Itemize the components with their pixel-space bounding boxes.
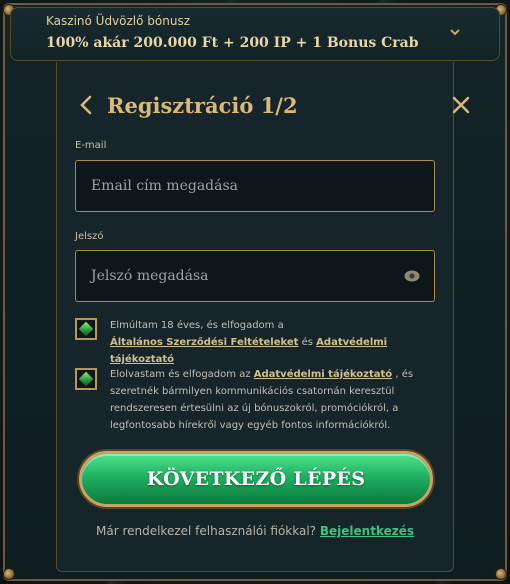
bonus-banner[interactable]: Kaszinó Üdvözlő bónusz 100% akár 200.000… [10, 7, 500, 61]
password-field[interactable]: Jelszó megadása [75, 250, 435, 302]
marketing-checkbox[interactable] [75, 368, 97, 390]
login-link[interactable]: Bejelentkezés [320, 524, 414, 538]
marketing-consent-text: Elolvastam és elfogadom az Adatvédelmi t… [110, 366, 430, 434]
email-placeholder: Email cím megadása [91, 178, 238, 194]
checkmark-gem-icon [78, 371, 94, 387]
email-label: E-mail [75, 140, 107, 151]
next-step-label: KÖVETKEZŐ LÉPÉS [146, 468, 366, 490]
terms-consent-text: Elmúltam 18 éves, és elfogadom a Általán… [110, 317, 430, 368]
email-field[interactable]: Email cím megadása [75, 160, 435, 212]
page-title: Regisztráció 1/2 [107, 93, 298, 118]
terms-text: Elmúltam 18 éves, és elfogadom a [110, 320, 284, 331]
marketing-text-before: Elolvastam és elfogadom az [110, 369, 254, 380]
terms-link[interactable]: Általános Szerződési Feltételeket [110, 337, 298, 348]
chevron-left-icon[interactable] [78, 94, 94, 116]
bonus-subtitle: Kaszinó Üdvözlő bónusz [46, 14, 191, 28]
login-question: Már rendelkezel felhasználói fiókkal? [95, 524, 320, 538]
corner-ornament-icon [495, 568, 507, 580]
eye-icon[interactable] [404, 270, 420, 282]
terms-conjunction: és [298, 337, 317, 348]
password-placeholder: Jelszó megadása [91, 268, 209, 284]
checkmark-gem-icon [78, 321, 94, 337]
close-icon[interactable] [451, 95, 471, 115]
next-step-button[interactable]: KÖVETKEZŐ LÉPÉS [79, 451, 433, 507]
password-label: Jelszó [75, 231, 104, 242]
marketing-privacy-link[interactable]: Adatvédelmi tájékoztató [254, 369, 392, 380]
login-prompt: Már rendelkezel felhasználói fiókkal? Be… [0, 524, 510, 538]
bonus-title: 100% akár 200.000 Ft + 200 IP + 1 Bonus … [46, 35, 419, 51]
terms-checkbox[interactable] [75, 318, 97, 340]
chevron-down-icon[interactable] [449, 26, 461, 38]
corner-ornament-icon [3, 568, 15, 580]
